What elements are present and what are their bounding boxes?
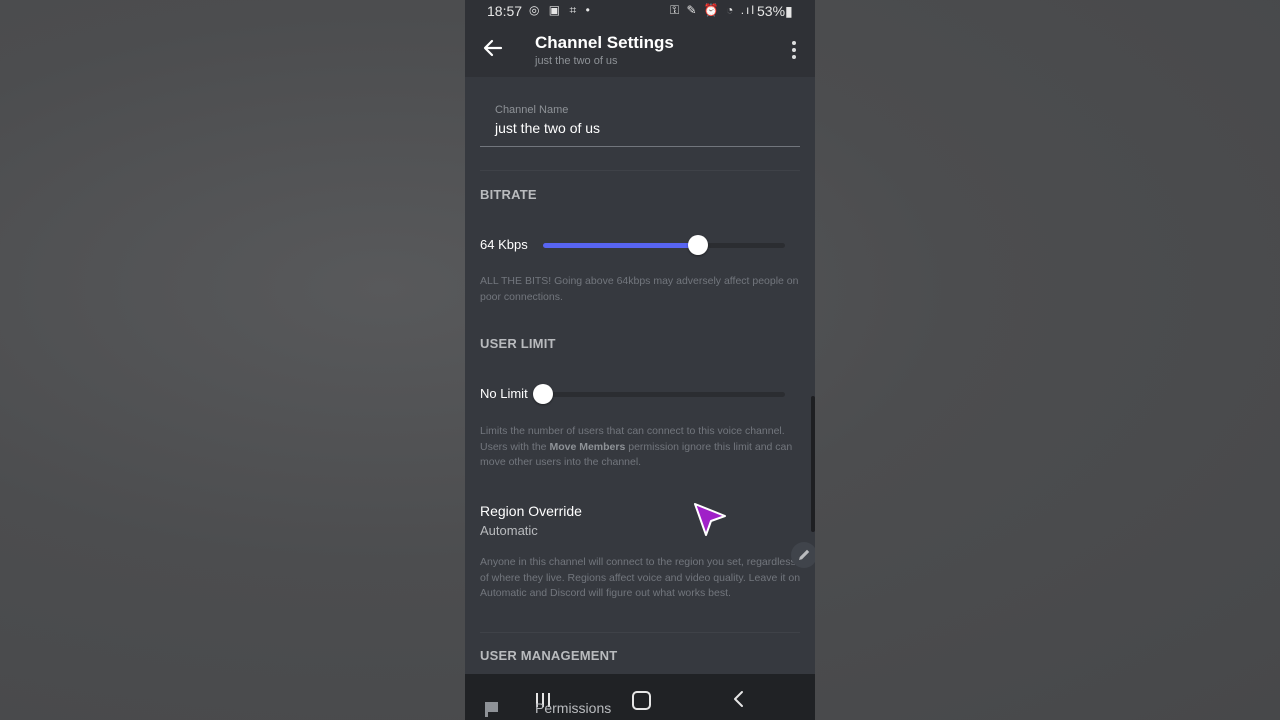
phone-screen: 18:57 ◎ ▣ ⌗ • ⚿ ✎ ⏰ ◔ .ıl 53%▮ Channel S…: [465, 0, 815, 720]
more-vertical-icon[interactable]: [783, 38, 805, 62]
status-bar: 18:57 ◎ ▣ ⌗ • ⚿ ✎ ⏰ ◔ .ıl 53%▮: [465, 0, 815, 24]
bitrate-value: 64 Kbps: [480, 237, 528, 252]
status-time: 18:57: [487, 3, 523, 19]
channel-name-label: Channel Name: [495, 104, 569, 116]
page-subtitle: just the two of us: [535, 55, 618, 67]
bottom-navigation-bar: Permissions: [465, 674, 815, 720]
flag-icon[interactable]: [483, 700, 501, 720]
page-title: Channel Settings: [535, 33, 674, 52]
cursor-pointer-icon: [693, 502, 729, 543]
region-help-text: Anyone in this channel will connect to t…: [480, 556, 801, 599]
user-limit-help-text: Limits the number of users that can conn…: [480, 425, 793, 468]
bitrate-slider[interactable]: [543, 235, 785, 255]
region-override-title[interactable]: Region Override: [480, 503, 582, 519]
user-limit-value: No Limit: [480, 386, 528, 401]
home-icon[interactable]: [632, 691, 651, 710]
permissions-tab-label[interactable]: Permissions: [535, 700, 611, 716]
move-members-text: Move Members: [549, 440, 626, 453]
back-arrow-icon[interactable]: [481, 36, 505, 60]
user-limit-slider-thumb[interactable]: [533, 384, 553, 404]
region-override-value[interactable]: Automatic: [480, 523, 538, 538]
bitrate-help-text: ALL THE BITS! Going above 64kbps may adv…: [480, 275, 799, 303]
battery-indicator: 53%▮: [757, 3, 793, 19]
section-divider: [480, 632, 800, 633]
bitrate-slider-thumb[interactable]: [687, 235, 708, 255]
nav-back-icon[interactable]: [732, 690, 746, 713]
bitrate-slider-fill: [543, 243, 698, 248]
pencil-icon[interactable]: [791, 542, 815, 568]
user-management-header: USER MANAGEMENT: [480, 648, 618, 663]
user-limit-header: USER LIMIT: [480, 336, 556, 351]
user-limit-slider[interactable]: [533, 384, 785, 404]
status-system-icons: ⚿ ✎ ⏰ ◔ .ıl: [670, 3, 757, 17]
status-notification-icons: ◎ ▣ ⌗ •: [529, 3, 593, 17]
scrollbar[interactable]: [811, 396, 815, 532]
section-divider: [480, 170, 800, 171]
settings-content: Channel Name just the two of us BITRATE …: [465, 77, 815, 674]
channel-name-input[interactable]: just the two of us: [495, 120, 600, 136]
app-bar: Channel Settings just the two of us: [465, 24, 815, 77]
bitrate-header: BITRATE: [480, 187, 537, 202]
channel-name-underline: [480, 146, 800, 147]
